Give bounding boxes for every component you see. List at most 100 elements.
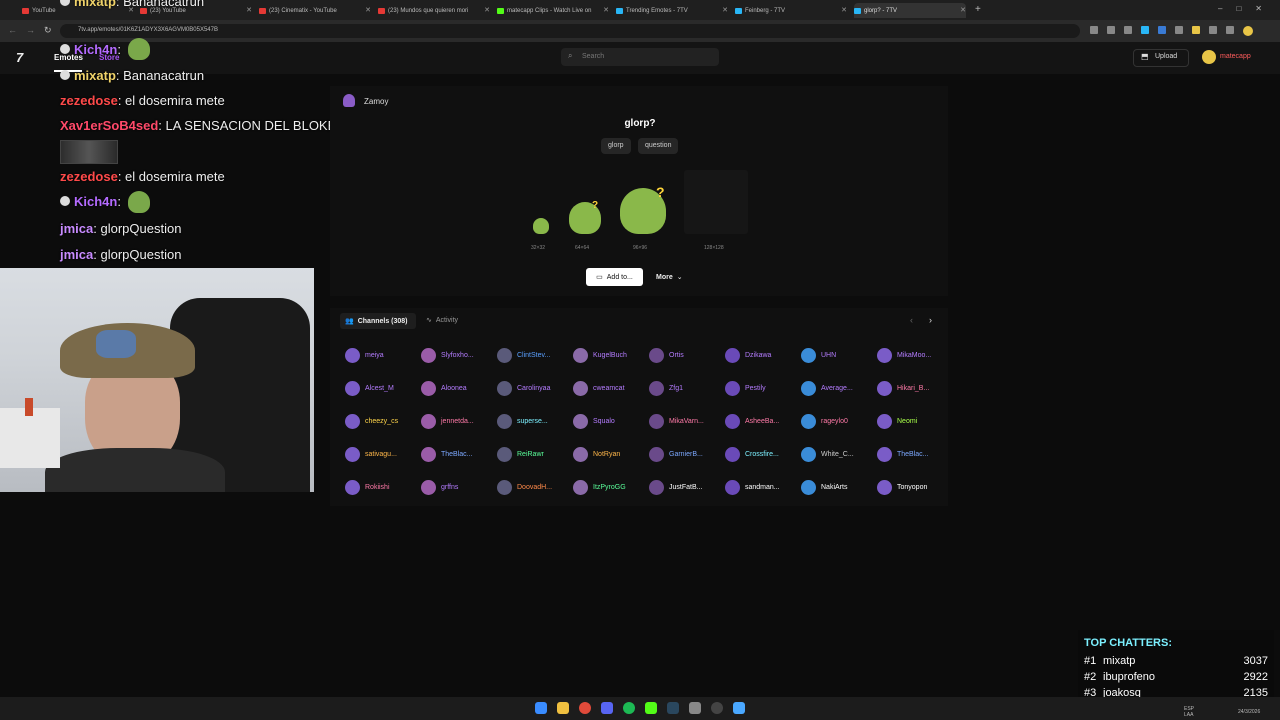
channel-item[interactable]: Average...	[801, 380, 877, 396]
channel-item[interactable]: Neomi	[877, 413, 953, 429]
chat-username[interactable]: jmica	[60, 247, 93, 262]
chat-username[interactable]: mixatp	[74, 0, 116, 9]
chat-username[interactable]: zezedose	[60, 93, 118, 108]
close-icon[interactable]: ✕	[960, 6, 966, 14]
browser-tab-8[interactable]: glorp? - 7TV ✕	[854, 3, 966, 18]
tab-activity[interactable]: ∿ Activity	[426, 316, 458, 325]
chat-separator: :	[158, 118, 166, 133]
chat-username[interactable]: Xav1erSoB4sed	[60, 118, 158, 133]
explorer-icon[interactable]	[557, 702, 569, 714]
user-name[interactable]: matecapp	[1220, 53, 1251, 60]
app-icon-8[interactable]	[689, 702, 701, 714]
channel-item[interactable]: Alcest_M	[345, 380, 421, 396]
tag-question[interactable]: question	[638, 138, 679, 154]
chat-text: el dosemira mete	[125, 169, 225, 184]
steam-icon[interactable]	[667, 702, 679, 714]
channel-item[interactable]: superse...	[497, 413, 573, 429]
chrome-icon[interactable]	[579, 702, 591, 714]
forward-icon[interactable]: →	[26, 25, 35, 35]
more-button[interactable]: More ⌄	[650, 268, 692, 286]
browser-tab-7[interactable]: Feinberg - 7TV ✕	[735, 3, 847, 18]
channel-item[interactable]: Rokiishi	[345, 479, 421, 495]
channel-item[interactable]: ReiRawr	[497, 446, 573, 462]
browser-tab-6[interactable]: Trending Emotes - 7TV ✕	[616, 3, 728, 18]
channel-item[interactable]: NakiArts	[801, 479, 877, 495]
channel-item[interactable]: Dzikawa	[725, 347, 801, 363]
close-icon[interactable]: ✕	[246, 6, 252, 14]
chat-username[interactable]: Kich4n	[74, 42, 117, 57]
browser-tab-4[interactable]: (23) Mundos que quieren mori ✕	[378, 3, 490, 18]
channel-item[interactable]: Pestily	[725, 380, 801, 396]
close-icon[interactable]: ✕	[841, 6, 847, 14]
new-tab-button[interactable]: +	[975, 4, 981, 15]
channel-item[interactable]: rageylo0	[801, 413, 877, 429]
channel-item[interactable]: GarnierB...	[649, 446, 725, 462]
channel-item[interactable]: Hikari_B...	[877, 380, 953, 396]
channel-item[interactable]: TheBlac...	[877, 446, 953, 462]
reload-icon[interactable]: ↻	[44, 25, 52, 36]
spotify-icon[interactable]	[623, 702, 635, 714]
chat-username[interactable]: mixatp	[74, 68, 116, 83]
tray-language[interactable]: ESP LAA	[1184, 706, 1204, 718]
channel-item[interactable]: JustFatB...	[649, 479, 725, 495]
channel-item[interactable]: grffns	[421, 479, 497, 495]
channel-item[interactable]: sandman...	[725, 479, 801, 495]
channel-item[interactable]: Ortis	[649, 347, 725, 363]
channel-name: MikaVarn...	[669, 417, 704, 425]
owner-name[interactable]: Zamoy	[364, 97, 388, 106]
channel-item[interactable]: DoovadH...	[497, 479, 573, 495]
extensions-icons[interactable]	[1090, 26, 1260, 36]
channel-item[interactable]: MikaVarn...	[649, 413, 725, 429]
channel-item[interactable]: Squalo	[573, 413, 649, 429]
channel-item[interactable]: Slyfoxho...	[421, 347, 497, 363]
channel-item[interactable]: sativagu...	[345, 446, 421, 462]
channel-item[interactable]: MikaMoo...	[877, 347, 953, 363]
owner-icon[interactable]	[343, 94, 355, 107]
tag-glorp[interactable]: glorp	[601, 138, 631, 154]
channel-item[interactable]: KugelBuch	[573, 347, 649, 363]
channel-item[interactable]: cweamcat	[573, 380, 649, 396]
browser-tab-3[interactable]: (23) Cinematix - YouTube ✕	[259, 3, 371, 18]
chat-username[interactable]: jmica	[60, 221, 93, 236]
channel-item[interactable]: Carolinyaa	[497, 380, 573, 396]
user-avatar[interactable]	[1202, 50, 1216, 64]
close-icon[interactable]: ✕	[365, 6, 371, 14]
app-icon-10[interactable]	[733, 702, 745, 714]
prev-page-icon[interactable]: ‹	[910, 315, 913, 325]
discord-icon[interactable]	[601, 702, 613, 714]
window-controls[interactable]: –□✕	[1218, 4, 1276, 13]
channel-item[interactable]: AsheeBa...	[725, 413, 801, 429]
channel-item[interactable]: Crossfire...	[725, 446, 801, 462]
channel-item[interactable]: NotRyan	[573, 446, 649, 462]
close-icon[interactable]: ✕	[603, 6, 609, 14]
chat-username[interactable]: Kich4n	[74, 194, 117, 209]
size-128: 128×128	[704, 245, 724, 251]
7tv-logo[interactable]: 7	[16, 50, 23, 65]
kick-icon[interactable]	[645, 702, 657, 714]
tab-channels[interactable]: 👥 Channels (308)	[340, 313, 416, 329]
channel-item[interactable]: Tonyopon	[877, 479, 953, 495]
channel-item[interactable]: cheezy_cs	[345, 413, 421, 429]
channel-item[interactable]: Aloonea	[421, 380, 497, 396]
chat-separator: :	[117, 93, 126, 108]
browser-tab-5[interactable]: matecapp Clips - Watch Live on ✕	[497, 3, 609, 18]
channel-item[interactable]: ClintStev...	[497, 347, 573, 363]
tray-date[interactable]: 24/3/2026	[1238, 709, 1260, 715]
next-page-icon[interactable]: ›	[929, 315, 932, 325]
channel-item[interactable]: Zfg1	[649, 380, 725, 396]
close-icon[interactable]: ✕	[484, 6, 490, 14]
channel-item[interactable]: UHN	[801, 347, 877, 363]
add-to-button[interactable]: ▭ Add to...	[586, 268, 643, 286]
channel-item[interactable]: ItzPyroGG	[573, 479, 649, 495]
channel-item[interactable]: White_C...	[801, 446, 877, 462]
close-icon[interactable]: ✕	[722, 6, 728, 14]
start-icon[interactable]	[535, 702, 547, 714]
channel-item[interactable]: TheBlac...	[421, 446, 497, 462]
channel-item[interactable]: meiya	[345, 347, 421, 363]
badge-icon	[60, 0, 70, 6]
obs-icon[interactable]	[711, 702, 723, 714]
chat-username[interactable]: zezedose	[60, 169, 118, 184]
back-icon[interactable]: ←	[8, 25, 17, 35]
channel-name: GarnierB...	[669, 450, 703, 458]
channel-item[interactable]: jennetda...	[421, 413, 497, 429]
